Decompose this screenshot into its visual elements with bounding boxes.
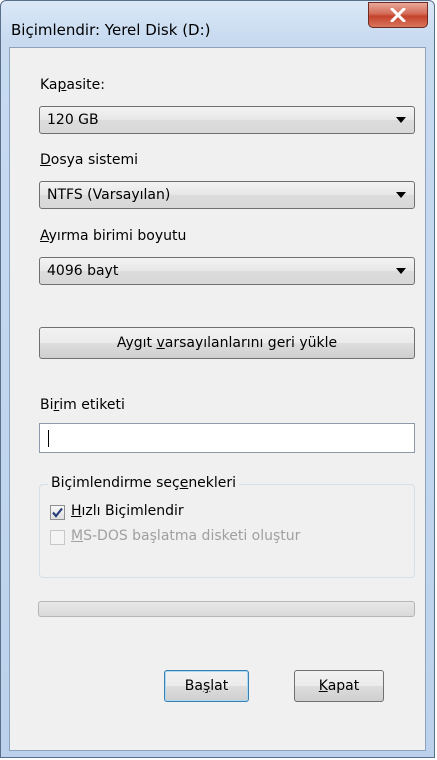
format-options-group: Biçimlendirme seçenekleri Hızlı Biçimlen… — [39, 475, 415, 578]
capacity-dropdown[interactable]: 120 GB — [39, 106, 415, 134]
close-icon — [390, 8, 406, 22]
close-button[interactable]: Kapat — [294, 670, 384, 702]
msdos-startup-disk-checkbox[interactable] — [50, 530, 65, 545]
dialog-client-area: Kapasite: 120 GB Dosya sistemi NTFS (Var… — [9, 47, 426, 751]
format-dialog-window: Biçimlendir: Yerel Disk (D:) Kapasite: 1… — [0, 0, 435, 758]
filesystem-value: NTFS (Varsayılan) — [47, 187, 171, 203]
close-window-button[interactable] — [368, 2, 428, 28]
restore-defaults-button[interactable]: Aygıt varsayılanlarını geri yükle — [39, 327, 415, 359]
capacity-value: 120 GB — [47, 112, 99, 128]
quick-format-label[interactable]: Hızlı Biçimlendir — [71, 503, 184, 519]
chevron-down-icon — [396, 192, 406, 198]
filesystem-dropdown[interactable]: NTFS (Varsayılan) — [39, 181, 415, 209]
capacity-label: Kapasite: — [40, 77, 105, 93]
quick-format-checkbox[interactable] — [50, 505, 65, 520]
format-options-title: Biçimlendirme seçenekleri — [48, 475, 240, 491]
checkmark-icon — [52, 507, 63, 518]
allocation-unit-label: Ayırma birimi boyutu — [40, 228, 187, 244]
text-caret — [48, 430, 49, 447]
window-title: Biçimlendir: Yerel Disk (D:) — [11, 21, 211, 39]
title-bar[interactable]: Biçimlendir: Yerel Disk (D:) — [1, 1, 434, 47]
allocation-unit-value: 4096 bayt — [47, 263, 119, 279]
volume-label-input[interactable] — [39, 423, 415, 453]
format-progress-bar — [38, 601, 415, 617]
msdos-startup-disk-label[interactable]: MS-DOS başlatma disketi oluştur — [71, 528, 300, 544]
filesystem-label: Dosya sistemi — [40, 152, 139, 168]
start-button[interactable]: Başlat — [164, 670, 249, 702]
volume-label-label: Birim etiketi — [40, 397, 125, 413]
chevron-down-icon — [396, 117, 406, 123]
chevron-down-icon — [396, 268, 406, 274]
allocation-unit-dropdown[interactable]: 4096 bayt — [39, 257, 415, 285]
